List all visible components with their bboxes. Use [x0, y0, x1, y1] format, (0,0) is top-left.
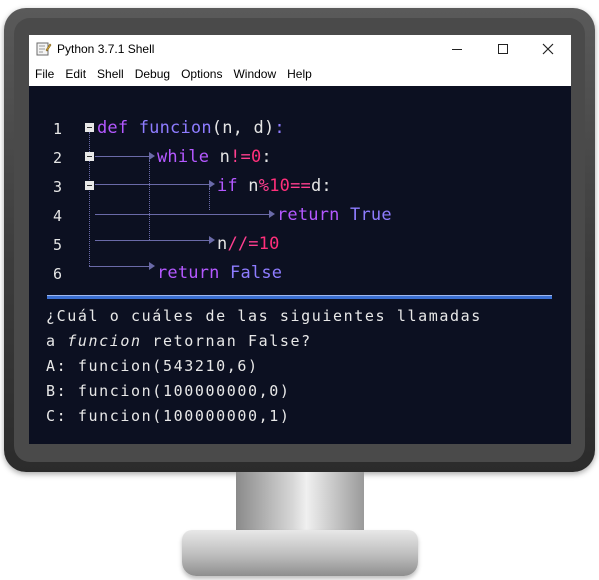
- code-token: n: [209, 147, 231, 167]
- line-number: 4: [53, 207, 63, 225]
- fold-collapse-icon[interactable]: [85, 123, 94, 132]
- code-token: if: [217, 176, 238, 196]
- line-number: 1: [53, 120, 63, 138]
- code-token: n: [237, 176, 259, 196]
- shell-output-area[interactable]: 1 def funcion(n, d): 2 while n!=0: 3 if …: [29, 86, 571, 444]
- code-token: True: [350, 205, 392, 225]
- idle-shell-window: Python 3.7.1 Shell File Edit Shell Debug…: [29, 35, 571, 444]
- output-separator: [47, 295, 552, 299]
- function-name-emphasis: funcion: [67, 332, 142, 350]
- question-line-2: a funcion retornan False?: [46, 332, 312, 350]
- code-text: def funcion(n, d):: [97, 118, 285, 138]
- code-text: return False: [157, 263, 282, 283]
- maximize-icon: [498, 44, 508, 54]
- code-token: :: [274, 118, 285, 138]
- fold-collapse-icon[interactable]: [85, 152, 94, 161]
- close-button[interactable]: [525, 35, 571, 63]
- code-line: 2 while n!=0:: [29, 145, 571, 171]
- monitor-stand-neck: [236, 472, 364, 534]
- menu-shell[interactable]: Shell: [91, 63, 129, 85]
- code-token: return: [157, 263, 220, 283]
- line-number: 3: [53, 178, 63, 196]
- line-number: 2: [53, 149, 63, 167]
- option-a: A: funcion(543210,6): [46, 357, 259, 375]
- code-text: return True: [277, 205, 392, 225]
- fold-collapse-icon[interactable]: [85, 181, 94, 190]
- minimize-button[interactable]: [434, 35, 480, 63]
- monitor-stand-base: [182, 530, 418, 576]
- code-line: 3 if n%10==d:: [29, 174, 571, 200]
- code-token: return: [277, 205, 340, 225]
- menu-bar: File Edit Shell Debug Options Window Hel…: [29, 63, 571, 85]
- python-idle-icon: [36, 42, 52, 56]
- code-token: %: [258, 176, 270, 196]
- code-token: (n, d): [211, 118, 275, 138]
- code-token: //=: [227, 234, 259, 254]
- code-text: n//=10: [217, 234, 280, 254]
- code-text: while n!=0:: [157, 147, 272, 167]
- question-prefix: a: [46, 332, 68, 350]
- maximize-button[interactable]: [480, 35, 526, 63]
- option-c: C: funcion(100000000,1): [46, 407, 291, 425]
- code-token: n: [217, 234, 228, 254]
- menu-help[interactable]: Help: [281, 63, 317, 85]
- code-token: def: [97, 118, 129, 138]
- window-title: Python 3.7.1 Shell: [57, 42, 155, 56]
- code-line: 6 return False: [29, 261, 571, 287]
- question-suffix: retornan False?: [141, 332, 312, 350]
- question-line-1: ¿Cuál o cuáles de las siguientes llamada…: [46, 307, 482, 325]
- code-token: !=: [230, 147, 251, 167]
- code-token: d:: [310, 176, 332, 196]
- menu-debug[interactable]: Debug: [129, 63, 175, 85]
- code-token: 0: [250, 147, 262, 167]
- line-number: 5: [53, 236, 63, 254]
- minimize-icon: [452, 48, 462, 50]
- code-token: ==: [290, 176, 311, 196]
- line-number: 6: [53, 265, 63, 283]
- title-bar[interactable]: Python 3.7.1 Shell: [29, 35, 571, 63]
- code-token: 10: [258, 234, 280, 254]
- code-text: if n%10==d:: [217, 176, 332, 196]
- menu-options[interactable]: Options: [175, 63, 227, 85]
- menu-edit[interactable]: Edit: [59, 63, 91, 85]
- menu-file[interactable]: File: [29, 63, 59, 85]
- code-token: 10: [269, 176, 291, 196]
- code-line: 5 n//=10: [29, 232, 571, 258]
- code-line: 1 def funcion(n, d):: [29, 116, 571, 142]
- code-token: funcion: [138, 118, 212, 138]
- code-token: :: [261, 147, 272, 167]
- option-b: B: funcion(100000000,0): [46, 382, 291, 400]
- code-token: while: [157, 147, 210, 167]
- code-token: False: [230, 263, 283, 283]
- code-line: 4 return True: [29, 203, 571, 229]
- menu-window[interactable]: Window: [227, 63, 281, 85]
- close-icon: [542, 43, 554, 55]
